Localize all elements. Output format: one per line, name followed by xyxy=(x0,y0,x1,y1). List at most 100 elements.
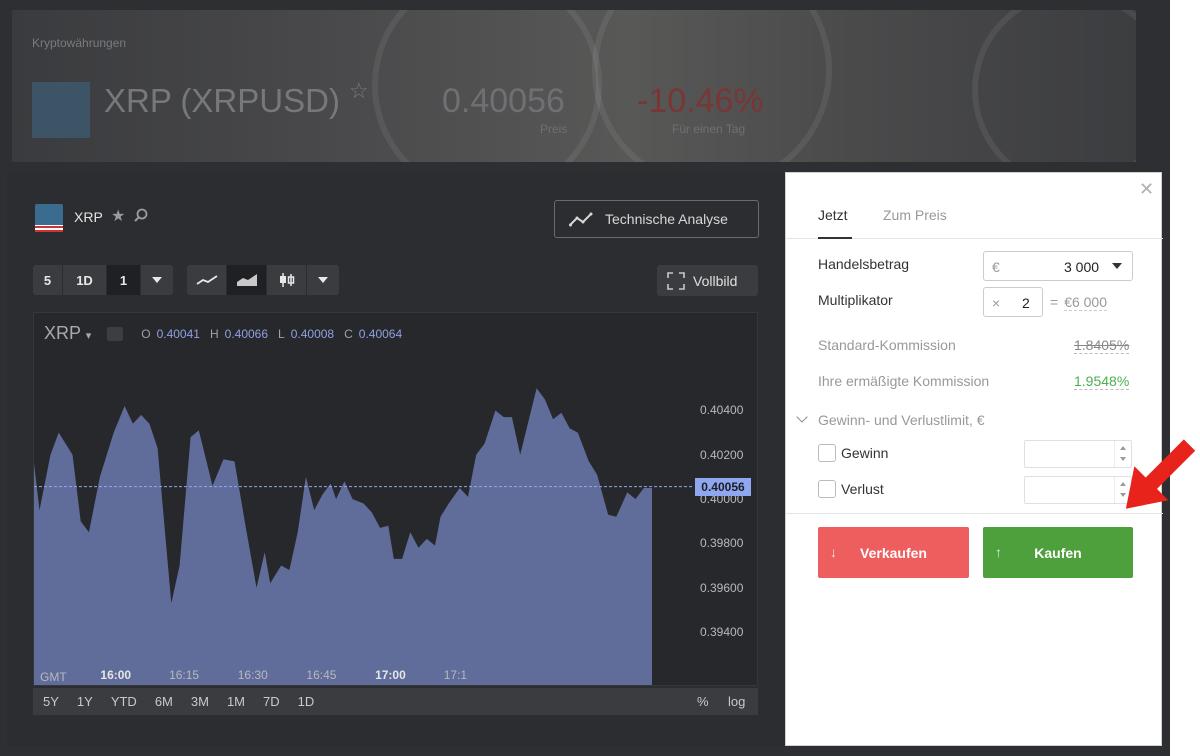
chart-type-toolbar xyxy=(187,265,339,295)
equals-sign: = xyxy=(1050,294,1059,310)
interval-1-button[interactable]: 1 xyxy=(107,265,141,295)
chevron-down-icon xyxy=(318,277,328,283)
close-label: C xyxy=(344,326,353,341)
chevron-down-icon[interactable] xyxy=(796,411,808,423)
price-chart[interactable] xyxy=(34,313,757,685)
open-label: O xyxy=(141,326,151,341)
range-5y[interactable]: 5Y xyxy=(43,694,59,709)
gmt-label: GMT xyxy=(40,670,67,684)
arrow-down-icon: ↓ xyxy=(830,544,837,560)
x-axis: GMT 16:00 16:15 16:30 16:45 17:00 17:1 xyxy=(33,668,758,688)
interval-toolbar: 5 1D 1 xyxy=(33,265,173,295)
high-label: H xyxy=(209,326,219,341)
y-tick-label: 0.39600 xyxy=(700,580,744,595)
daily-change-label: Für einen Tag xyxy=(672,122,746,136)
y-tick-label: 0.40200 xyxy=(700,447,744,462)
loss-label: Verlust xyxy=(841,481,884,497)
amount-value: 3 000 xyxy=(1064,259,1100,275)
price-label: Preis xyxy=(540,122,568,136)
close-value: 0.40064 xyxy=(358,326,403,341)
x-tick-label: 17:1 xyxy=(443,668,468,682)
search-icon[interactable] xyxy=(134,208,148,222)
candlestick-icon xyxy=(279,273,294,287)
close-icon[interactable]: ✕ xyxy=(1139,179,1154,200)
y-tick-label: 0.40400 xyxy=(700,403,744,418)
interval-dropdown-button[interactable] xyxy=(141,265,173,295)
high-value: 0.40066 xyxy=(224,326,269,341)
range-6m[interactable]: 6M xyxy=(155,694,173,709)
y-tick-label: 0.39800 xyxy=(700,536,744,551)
chevron-down-icon xyxy=(1112,263,1122,269)
interval-1d-button[interactable]: 1D xyxy=(63,265,107,295)
area-chart-button[interactable] xyxy=(227,265,267,295)
tab-at-price[interactable]: Zum Preis xyxy=(883,207,947,223)
technical-analysis-button[interactable]: Technische Analyse xyxy=(554,200,759,238)
candlestick-chart-button[interactable] xyxy=(267,265,307,295)
buy-button[interactable]: ↑ Kaufen xyxy=(983,527,1133,578)
trend-line-icon xyxy=(569,212,593,227)
coin-decoration xyxy=(972,10,1136,162)
page: Kryptowährungen XRP (XRPUSD) ☆ 0.40056 P… xyxy=(0,0,1200,756)
fullscreen-button[interactable]: Vollbild xyxy=(657,265,758,296)
chevron-down-icon xyxy=(152,277,162,283)
loss-checkbox[interactable] xyxy=(818,480,836,498)
favorite-star-icon[interactable]: ☆ xyxy=(349,78,369,104)
range-ytd[interactable]: YTD xyxy=(111,694,137,709)
instrument-title: XRP (XRPUSD) xyxy=(104,82,340,119)
xrp-logo-icon xyxy=(32,82,90,138)
standard-commission-label: Standard-Kommission xyxy=(818,337,956,353)
open-value: 0.40041 xyxy=(156,326,200,341)
amount-select[interactable]: € 3 000 xyxy=(983,251,1133,281)
category-label: Kryptowährungen xyxy=(32,36,127,50)
instrument-hero: Kryptowährungen XRP (XRPUSD) ☆ 0.40056 P… xyxy=(12,10,1136,162)
range-3m[interactable]: 3M xyxy=(191,694,209,709)
standard-commission-value: 1.8405% xyxy=(1074,337,1130,354)
range-7d[interactable]: 7D xyxy=(263,694,280,709)
chevron-down-icon: ▾ xyxy=(85,330,92,342)
limits-label[interactable]: Gewinn- und Verlustlimit, € xyxy=(818,412,985,428)
multiplier-prefix: × xyxy=(992,295,1001,311)
multiplier-input[interactable]: × 2 xyxy=(983,287,1043,317)
favorite-star-icon[interactable]: ★ xyxy=(111,206,125,226)
chart-type-dropdown-button[interactable] xyxy=(307,265,339,295)
plot-area[interactable]: XRP ▾ O 0.40041 H 0.40066 L 0.40008 C 0.… xyxy=(33,312,758,686)
instrument-price: 0.40056 xyxy=(442,82,565,120)
annotation-arrow-icon xyxy=(1125,439,1196,509)
x-tick-label: 16:45 xyxy=(306,668,337,682)
x-tick-label: 17:00 xyxy=(375,668,406,682)
order-tabs: Jetzt Zum Preis xyxy=(786,173,1163,239)
range-1d[interactable]: 1D xyxy=(298,694,315,709)
divider xyxy=(786,513,1163,514)
line-chart-button[interactable] xyxy=(187,265,227,295)
profit-checkbox[interactable] xyxy=(818,444,836,462)
eye-icon[interactable] xyxy=(107,326,124,341)
log-scale-toggle[interactable]: log xyxy=(728,694,745,709)
range-1y[interactable]: 1Y xyxy=(77,694,93,709)
ohlc-legend: XRP ▾ O 0.40041 H 0.40066 L 0.40008 C 0.… xyxy=(44,323,406,344)
sell-button[interactable]: ↓ Verkaufen xyxy=(818,527,969,578)
profit-label: Gewinn xyxy=(841,445,889,461)
legend-symbol[interactable]: XRP ▾ xyxy=(44,323,91,344)
multiplied-amount: = €6 000 xyxy=(1050,294,1108,311)
percent-scale-toggle[interactable]: % xyxy=(697,694,709,709)
price-area-series xyxy=(34,388,652,685)
technical-analysis-label: Technische Analyse xyxy=(605,211,728,227)
reduced-commission-value: 1.9548% xyxy=(1074,373,1130,390)
reduced-commission-label: Ihre ermäßigte Kommission xyxy=(818,373,990,389)
tab-now[interactable]: Jetzt xyxy=(818,207,848,223)
xrp-logo-icon xyxy=(35,204,63,232)
multiplied-amount-value: €6 000 xyxy=(1064,294,1108,311)
area-chart-icon xyxy=(236,274,257,286)
legend-symbol-text: XRP xyxy=(44,323,81,343)
current-price-tag: 0.40056 xyxy=(695,477,751,496)
y-tick-label: 0.39400 xyxy=(700,624,744,639)
arrow-up-icon: ↑ xyxy=(995,544,1002,560)
low-value: 0.40008 xyxy=(290,326,335,341)
trade-panel: Jetzt Zum Preis ✕ Handelsbetrag € 3 000 … xyxy=(785,172,1163,746)
range-1m[interactable]: 1M xyxy=(227,694,245,709)
interval-5-button[interactable]: 5 xyxy=(33,265,63,295)
buy-label: Kaufen xyxy=(1034,544,1082,561)
chart-panel: XRP ★ Technische Analyse 5 1D 1 Vollbild… xyxy=(7,172,785,746)
sell-label: Verkaufen xyxy=(860,544,927,561)
daily-change: -10.46% xyxy=(637,82,764,120)
